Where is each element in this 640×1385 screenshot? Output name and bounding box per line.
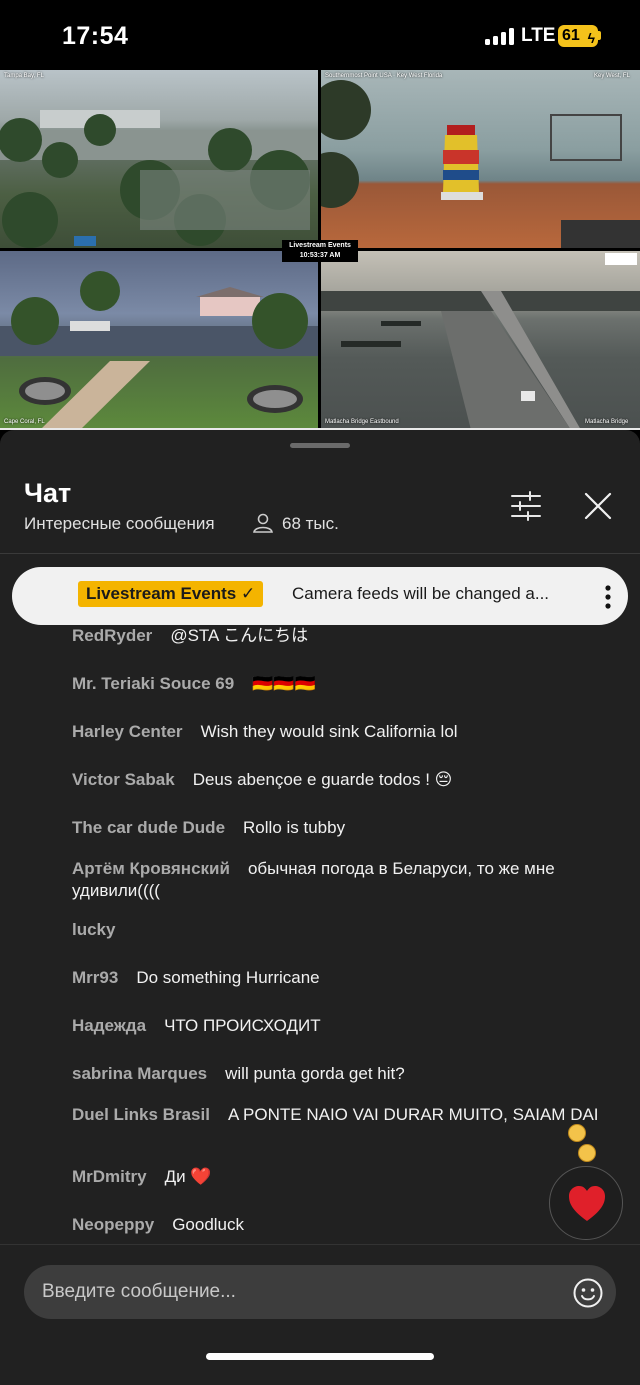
message-text: Deus abençoe e guarde todos ! 😔 [192, 770, 453, 789]
message-text: 🇩🇪🇩🇪🇩🇪 [252, 674, 316, 693]
flushed-emoji-icon [578, 1144, 596, 1162]
chat-panel: Чат Интересные сообщения 68 тыс. RedRyde… [0, 430, 640, 1385]
camera-overlay-text: Southernmost Point USA · Key West Florid… [325, 73, 443, 79]
battery-tip [598, 31, 601, 40]
bridge-scene [321, 253, 640, 430]
chat-message: The car dude Dude Rollo is tubby [72, 817, 612, 839]
drag-handle[interactable] [290, 443, 350, 448]
message-author[interactable]: Артём Кровянский [72, 859, 230, 878]
more-vertical-icon[interactable] [590, 579, 626, 615]
video-player[interactable]: Tampa Bay, FL Southernmost Point USA · K… [0, 70, 640, 430]
message-author[interactable]: RedRyder [72, 626, 152, 645]
camera-feed-keywest: Southernmost Point USA · Key West Florid… [321, 70, 640, 248]
chat-mode-selector[interactable]: Интересные сообщения [24, 514, 215, 534]
message-author[interactable]: Harley Center [72, 722, 183, 741]
message-author[interactable]: Mrr93 [72, 968, 118, 987]
message-text: A PONTE NAIO VAI DURAR MUITO, SAIAM DAI [227, 1105, 599, 1124]
message-author[interactable]: Neopeppy [72, 1215, 154, 1234]
chat-message: Neopeppy Goodluck [72, 1214, 612, 1236]
camera-feed-tampa: Tampa Bay, FL [0, 70, 318, 248]
message-author[interactable]: MrDmitry [72, 1167, 147, 1186]
message-author[interactable]: Duel Links Brasil [72, 1105, 210, 1124]
chat-message-list[interactable]: RedRyder @STA こんにちは Mr. Teriaki Souce 69 🇩… [0, 554, 640, 1244]
pinned-text: Camera feeds will be changed a... [292, 584, 550, 603]
chat-message: Mr. Teriaki Souce 69 🇩🇪🇩🇪🇩🇪 [72, 673, 612, 695]
message-author[interactable]: Надежда [72, 1016, 146, 1035]
canal-scene [0, 271, 318, 430]
chat-title: Чат [24, 478, 72, 508]
badge-time: 10:53:37 AM [299, 252, 341, 259]
message-text: Wish they would sink California lol [200, 722, 458, 741]
camera-label: Cape Coral, FL [4, 419, 45, 425]
stream-timestamp-badge: Livestream Events 10:53:37 AM [282, 240, 358, 262]
message-text: Goodluck [172, 1215, 245, 1234]
chat-message: sabrina Marques will punta gorda get hit? [72, 1063, 612, 1085]
status-bar: 17:54 LTE 61 ϟ [0, 0, 640, 70]
camera-feed-matlacha: Matlacha Bridge Eastbound Matlacha Bridg… [321, 251, 640, 430]
heart-icon [569, 1186, 605, 1221]
chat-message: RedRyder @STA こんにちは [72, 625, 612, 647]
pinned-author-badge: Livestream Events ✓ [78, 581, 264, 607]
status-time: 17:54 [62, 22, 129, 50]
chat-message: Victor Sabak Deus abençoe e guarde todos … [72, 769, 612, 791]
message-text: Ди ❤️ [164, 1167, 212, 1186]
filter-settings-icon[interactable] [508, 488, 544, 524]
message-author[interactable]: sabrina Marques [72, 1064, 207, 1083]
charging-icon: ϟ [587, 30, 595, 46]
camera-label: Tampa Bay, FL [4, 73, 44, 79]
message-text: will punta gorda get hit? [225, 1064, 405, 1083]
chat-message: Harley Center Wish they would sink Califo… [72, 721, 612, 743]
message-text: ЧТО ПРОИСХОДИТ [164, 1016, 321, 1035]
battery-icon: 61 ϟ [558, 25, 598, 47]
message-author[interactable]: lucky [72, 920, 115, 939]
reaction-button[interactable] [549, 1166, 623, 1240]
chat-message: Надежда ЧТО ПРОИСХОДИТ [72, 1015, 612, 1037]
camera-label: Matlacha Bridge [585, 419, 629, 425]
message-text: @STA こんにちは [170, 626, 309, 645]
viewer-count: 68 тыс. [282, 514, 339, 533]
palm-trees-scene [0, 110, 318, 248]
chat-input-bar [0, 1244, 640, 1385]
chat-message: Duel Links Brasil A PONTE NAIO VAI DURAR … [72, 1104, 612, 1126]
emoji-picker-icon[interactable] [572, 1277, 604, 1309]
message-author[interactable]: Mr. Teriaki Souce 69 [72, 674, 234, 693]
camera-overlay-text: Matlacha Bridge Eastbound [325, 419, 399, 425]
chat-message: Mrr93 Do something Hurricane [72, 967, 612, 989]
message-author[interactable]: The car dude Dude [72, 818, 225, 837]
message-input[interactable] [24, 1265, 616, 1319]
camera-label: Key West, FL [594, 73, 630, 79]
flushed-emoji-icon [568, 1124, 586, 1142]
chat-message: lucky [72, 919, 612, 941]
close-icon[interactable] [580, 488, 616, 524]
pinned-message[interactable]: Livestream Events ✓ Camera feeds will be… [12, 567, 628, 625]
network-type: LTE [521, 25, 556, 46]
chat-message: Артём Кровянский обычная погода в Беларус… [72, 858, 612, 902]
badge-channel: Livestream Events [289, 242, 351, 249]
message-author[interactable]: Victor Sabak [72, 770, 175, 789]
camera-feed-capecoral: Cape Coral, FL [0, 251, 318, 430]
buoy-scene [321, 80, 640, 248]
viewers-icon [253, 513, 273, 533]
message-text: Rollo is tubby [243, 818, 346, 837]
battery-level: 61 [562, 27, 580, 44]
signal-icon [485, 27, 515, 45]
message-text: Do something Hurricane [136, 968, 320, 987]
home-indicator[interactable] [206, 1353, 434, 1360]
chat-message: MrDmitry Ди ❤️ [72, 1166, 612, 1188]
